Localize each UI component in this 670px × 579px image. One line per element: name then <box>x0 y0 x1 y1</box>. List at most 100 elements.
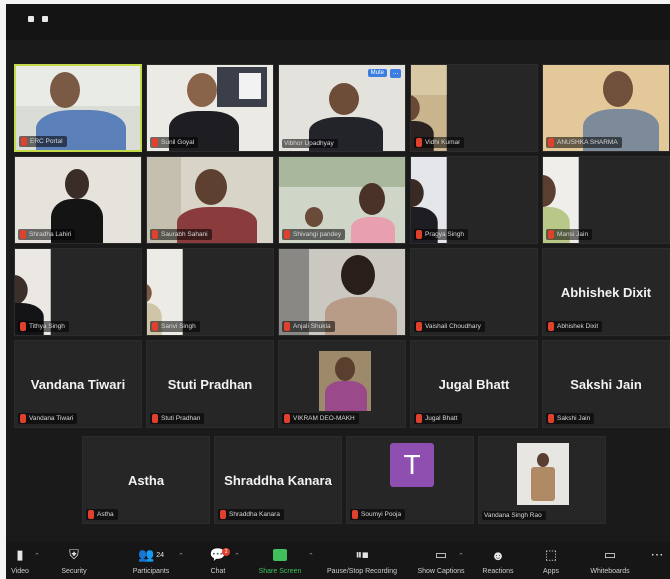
name-label: Stuti Pradhan <box>150 413 205 424</box>
muted-mic-icon <box>548 230 554 239</box>
participant-tile[interactable]: Vidhi Kumar <box>410 64 538 152</box>
muted-mic-icon <box>152 138 158 147</box>
participant-tile[interactable]: Jugal Bhatt Jugal Bhatt <box>410 340 538 428</box>
participant-tile[interactable]: Vandana Singh Rao <box>478 436 606 524</box>
chat-button[interactable]: 💬 2 Chat <box>204 542 232 579</box>
name-label: Astha <box>86 509 118 520</box>
chevron-up-icon[interactable]: ⌃ <box>34 552 40 560</box>
participant-display-name: Stuti Pradhan <box>167 377 253 392</box>
participant-tile[interactable]: Shivangi pandey <box>278 156 406 244</box>
participants-button[interactable]: 👥 24 Participants <box>122 542 180 579</box>
name-label: Pragya Singh <box>414 229 469 240</box>
participant-display-name: Astha <box>127 473 165 488</box>
participant-display-name: Abhishek Dixit <box>560 285 652 300</box>
pause-stop-icon: ⏸⏹ <box>355 547 369 562</box>
name-label: Sanvi Singh <box>150 321 200 332</box>
muted-mic-icon <box>152 230 158 239</box>
window-controls[interactable] <box>28 16 48 22</box>
whiteboards-button[interactable]: ▭ Whiteboards <box>582 542 638 579</box>
participant-tile[interactable]: ANUSHKA SHARMA <box>542 64 670 152</box>
chevron-up-icon[interactable]: ⌃ <box>458 552 464 560</box>
more-icon: ⋯ <box>650 547 664 562</box>
participant-tile[interactable]: Stuti Pradhan Stuti Pradhan <box>146 340 274 428</box>
name-label: ERC Portal <box>19 136 67 147</box>
name-label: Vandana Singh Rao <box>482 511 546 520</box>
muted-mic-icon <box>416 230 422 239</box>
participant-display-name: Shraddha Kanara <box>224 473 332 488</box>
muted-mic-icon <box>416 414 422 423</box>
participant-tile[interactable]: Sunil Goyal <box>146 64 274 152</box>
participant-tile[interactable]: Abhishek Dixit Abhishek Dixit <box>542 248 670 336</box>
gallery-view: ERC Portal Sunil Goyal Mute ... Vibhor U… <box>6 64 670 532</box>
participant-tile[interactable]: T Soumyi Pooja <box>346 436 474 524</box>
muted-mic-icon <box>152 414 158 423</box>
muted-mic-icon <box>152 322 158 331</box>
muted-mic-icon <box>21 137 27 146</box>
name-label: Shraddha Kanara <box>218 509 284 520</box>
participant-tile[interactable]: Sanvi Singh <box>146 248 274 336</box>
name-label: Shivangi pandey <box>282 229 346 240</box>
reaction-icon: ☻ <box>491 547 505 563</box>
participant-tile[interactable]: Vaishali Choudhary <box>410 248 538 336</box>
captions-button[interactable]: ▭ Show Captions <box>410 542 472 579</box>
recording-button[interactable]: ⏸⏹ Pause/Stop Recording <box>320 542 404 579</box>
chevron-up-icon[interactable]: ⌃ <box>178 552 184 560</box>
participant-tile[interactable]: Vandana Tiwari Vandana Tiwari <box>14 340 142 428</box>
muted-mic-icon <box>284 414 290 423</box>
name-label: Vandana Tiwari <box>18 413 78 424</box>
participant-video <box>517 443 569 505</box>
reactions-button[interactable]: ☻ Reactions <box>476 542 520 579</box>
name-label: Jugal Bhatt <box>414 413 462 424</box>
participant-tile[interactable]: Mute ... Vibhor Upadhyay <box>278 64 406 152</box>
muted-mic-icon <box>548 322 554 331</box>
participant-tile[interactable]: VIKRAM DEO-MAKH <box>278 340 406 428</box>
name-label: Vidhi Kumar <box>414 137 465 148</box>
participant-tile[interactable]: Pragya Singh <box>410 156 538 244</box>
whiteboard-icon: ▭ <box>603 547 617 562</box>
chevron-up-icon[interactable]: ⌃ <box>234 552 240 560</box>
muted-mic-icon <box>548 414 554 423</box>
unread-badge: 2 <box>222 548 231 556</box>
apps-icon: ⬚ <box>544 547 558 562</box>
muted-mic-icon <box>20 414 26 423</box>
name-label: Shradha Lahiri <box>18 229 76 240</box>
participant-video <box>319 351 371 411</box>
shield-icon: ⛨ <box>69 547 79 562</box>
name-label: ANUSHKA SHARMA <box>546 137 622 148</box>
name-label: Tithya Singh <box>18 321 69 332</box>
more-options-button[interactable]: ... <box>390 69 401 78</box>
name-label: Mansi Jain <box>546 229 593 240</box>
participant-display-name: Jugal Bhatt <box>438 377 510 392</box>
chevron-up-icon[interactable]: ⌃ <box>308 552 314 560</box>
participant-tile[interactable]: Tithya Singh <box>14 248 142 336</box>
muted-mic-icon <box>284 322 290 331</box>
muted-mic-icon <box>352 510 358 519</box>
muted-mic-icon <box>20 230 26 239</box>
name-label: Anjali Shukla <box>282 321 335 332</box>
name-label: Vibhor Upadhyay <box>282 139 338 148</box>
video-button[interactable]: ▮ Video <box>6 542 34 579</box>
muted-mic-icon <box>284 230 290 239</box>
security-button[interactable]: ⛨ Security <box>54 542 94 579</box>
participant-tile[interactable]: Mansi Jain <box>542 156 670 244</box>
muted-mic-icon <box>88 510 94 519</box>
participant-display-name: Sakshi Jain <box>570 377 642 392</box>
participant-tile[interactable]: Sakshi Jain Sakshi Jain <box>542 340 670 428</box>
apps-button[interactable]: ⬚ Apps <box>536 542 566 579</box>
muted-mic-icon <box>20 322 26 331</box>
participant-tile[interactable]: Shradha Lahiri <box>14 156 142 244</box>
captions-icon: ▭ <box>434 547 448 562</box>
name-label: Sunil Goyal <box>150 137 199 148</box>
mute-button[interactable]: Mute <box>367 69 387 77</box>
share-screen-button[interactable]: Share Screen <box>252 542 308 579</box>
participant-tile[interactable]: Shraddha Kanara Shraddha Kanara <box>214 436 342 524</box>
participant-tile[interactable]: Saurabh Sahani <box>146 156 274 244</box>
participant-tile[interactable]: Anjali Shukla <box>278 248 406 336</box>
participant-tile[interactable]: ERC Portal <box>14 64 142 152</box>
chat-icon: 💬 2 <box>210 546 231 564</box>
participant-tile[interactable]: Astha Astha <box>82 436 210 524</box>
muted-mic-icon <box>548 138 554 147</box>
more-button[interactable]: ⋯ <box>646 542 668 579</box>
camera-icon: ▮ <box>16 547 24 562</box>
share-screen-icon <box>273 546 287 564</box>
